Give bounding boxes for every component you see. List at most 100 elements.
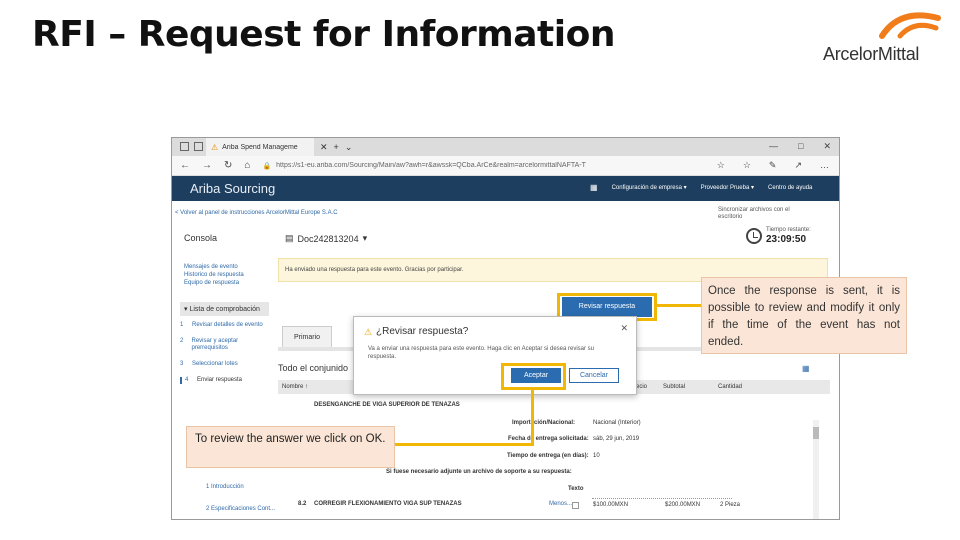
chevron-down-icon[interactable]: ▾: [363, 233, 368, 244]
window-controls: — □ ✕: [769, 141, 831, 152]
address-bar: ← → ↻ ⌂ 🔒 https://s1-eu.ariba.com/Sourci…: [172, 156, 839, 176]
ariba-favicon-icon: ⚠: [211, 142, 219, 152]
sub-item-num: 1: [206, 484, 210, 490]
tab-primary[interactable]: Primario: [282, 326, 332, 348]
sync-link[interactable]: Sincronizar archivos con el escritorio: [718, 207, 803, 221]
row-price: $100.00MXN: [593, 502, 629, 508]
menu-supplier[interactable]: Proveedor Prueba ▾: [701, 184, 754, 191]
scroll-thumb[interactable]: [813, 427, 819, 439]
app-menu: ▦ Configuración de empresa ▾ Proveedor P…: [590, 183, 812, 192]
menu-company-config[interactable]: Configuración de empresa ▾: [612, 184, 687, 191]
callout-click-ok: To review the answer we click on OK.: [186, 426, 395, 468]
home-icon[interactable]: ⌂: [244, 160, 250, 171]
new-tab-icon[interactable]: +: [334, 142, 339, 152]
connector-line: [531, 389, 534, 445]
field-label: Texto: [568, 486, 584, 492]
minimize-icon[interactable]: —: [769, 141, 778, 152]
checklist-label: Revisar y aceptar prerrequisitos: [191, 338, 239, 351]
time-remaining-label: Tiempo restante:: [766, 227, 811, 233]
back-icon[interactable]: ←: [180, 160, 190, 171]
table-row[interactable]: 8.2 CORREGIR FLEXIONAMIENTO VIGA SUP TEN…: [298, 501, 462, 507]
checklist: 1 Revisar detalles de evento 2 Revisar y…: [180, 322, 269, 393]
field-value: sáb, 29 jun, 2019: [593, 436, 640, 442]
sub-item-label: Introducción: [211, 484, 244, 490]
link-response-history[interactable]: Historico de respuesta: [184, 271, 244, 279]
scrollbar[interactable]: [813, 420, 819, 519]
slide-title: RFI – Request for Information: [32, 14, 615, 55]
sub-item[interactable]: 2 Especificaciones Cont...: [206, 506, 275, 512]
refresh-icon[interactable]: ↻: [224, 160, 232, 171]
highlight-accept-button: [501, 363, 566, 390]
row-quantity: 2 Pieza: [720, 502, 741, 508]
all-content-heading: Todo el conjunido: [278, 363, 349, 373]
close-icon[interactable]: ✕: [620, 323, 628, 334]
favorite-star-icon[interactable]: ☆: [717, 160, 725, 171]
field-value: 10: [593, 453, 600, 459]
url-field[interactable]: 🔒 https://s1-eu.ariba.com/Sourcing/Main/…: [262, 162, 692, 170]
forward-icon[interactable]: →: [202, 160, 212, 171]
chevron-down-icon[interactable]: ⌄: [345, 142, 353, 153]
checklist-item[interactable]: 4 Enviar respuesta: [180, 377, 269, 384]
connector-line: [395, 443, 534, 446]
share-icon[interactable]: ↗: [794, 160, 802, 171]
close-icon[interactable]: ✕: [823, 141, 831, 152]
pen-icon[interactable]: ✎: [769, 160, 777, 171]
lock-icon: 🔒: [262, 162, 272, 170]
app-title: Ariba Sourcing: [190, 181, 276, 196]
connector-line: [656, 304, 701, 307]
checklist-header[interactable]: ▾ Lista de comprobación: [180, 302, 269, 316]
console-heading: Consola: [184, 233, 218, 243]
dialog-text: Va a enviar una respuesta para este even…: [368, 346, 595, 360]
field-label: Si fuese necesario adjunte un archivo de…: [386, 469, 572, 475]
more-icon[interactable]: …: [820, 160, 829, 171]
checklist-num: 4: [185, 377, 189, 383]
menu-help-center[interactable]: Centro de ayuda: [768, 185, 812, 191]
grid-icon[interactable]: ▦: [590, 183, 598, 192]
checklist-num: 2: [180, 338, 184, 344]
left-links: Mensajes de evento Historico de respuest…: [184, 263, 244, 287]
sub-item[interactable]: 1 Introducción: [206, 484, 244, 490]
close-tab-icon[interactable]: ✕: [320, 142, 328, 153]
table-options-icon[interactable]: ▦: [802, 364, 810, 373]
sub-item-num: 2: [206, 506, 210, 512]
browser-toolbar-icons: ☆ ☆ ✎ ↗ …: [717, 160, 829, 171]
checklist-item[interactable]: 3 Seleccionar lotes: [180, 361, 269, 368]
favorites-icon[interactable]: ☆: [743, 160, 751, 171]
logo-swoosh-icon: [879, 12, 941, 39]
less-link[interactable]: Menos...: [549, 501, 572, 507]
link-event-messages[interactable]: Mensajes de evento: [184, 263, 244, 271]
checklist-item[interactable]: 2 Revisar y aceptar prerrequisitos: [180, 338, 269, 352]
app-header: Ariba Sourcing ▦ Configuración de empres…: [172, 176, 839, 201]
checklist-item[interactable]: 1 Revisar detalles de evento: [180, 322, 269, 329]
checklist-num: 1: [180, 322, 184, 328]
col-subtotal: Subtotal: [663, 384, 686, 390]
browser-tab[interactable]: ⚠ Ariba Spend Manageme: [206, 138, 314, 156]
arcelormittal-logo: ArcelorMittal: [820, 6, 945, 66]
url-text: https://s1-eu.ariba.com/Sourcing/Main/aw…: [276, 162, 586, 169]
field-value: Nacional (Interior): [593, 420, 641, 426]
doc-id: ▤ Doc242813204 ▾: [285, 233, 367, 244]
maximize-icon[interactable]: □: [798, 141, 803, 152]
row-checkbox[interactable]: [572, 502, 579, 509]
divider: [592, 498, 732, 499]
clock-icon: [746, 228, 762, 244]
row-num: 8.2: [298, 501, 307, 507]
document-icon: ▤: [285, 233, 294, 243]
field-label: Tiempo de entrega (en días):: [507, 453, 589, 459]
window-icon: [180, 142, 189, 151]
row-title: DESENGANCHE DE VIGA SUPERIOR DE TENAZAS: [314, 402, 460, 408]
checklist-label: Seleccionar lotes: [192, 361, 238, 367]
cancel-button[interactable]: Cancelar: [569, 368, 619, 383]
col-name[interactable]: Nombre ↑: [282, 384, 308, 390]
warning-icon: ⚠: [364, 327, 373, 337]
checklist-label: Enviar respuesta: [197, 377, 243, 383]
time-remaining-value: 23:09:50: [766, 234, 807, 245]
link-response-team[interactable]: Equipo de respuesta: [184, 279, 244, 287]
review-response-dialog: ⚠ ¿Revisar respuesta? ✕ Va a enviar una …: [353, 316, 637, 395]
col-quantity: Cantidad: [718, 384, 743, 390]
checklist-label: Revisar detalles de evento: [192, 322, 263, 328]
tab-title: Ariba Spend Manageme: [222, 143, 298, 151]
dialog-title: ¿Revisar respuesta?: [376, 326, 469, 337]
window-icon: [194, 142, 203, 151]
back-link[interactable]: < Volver al panel de instrucciones Arcel…: [175, 210, 338, 216]
